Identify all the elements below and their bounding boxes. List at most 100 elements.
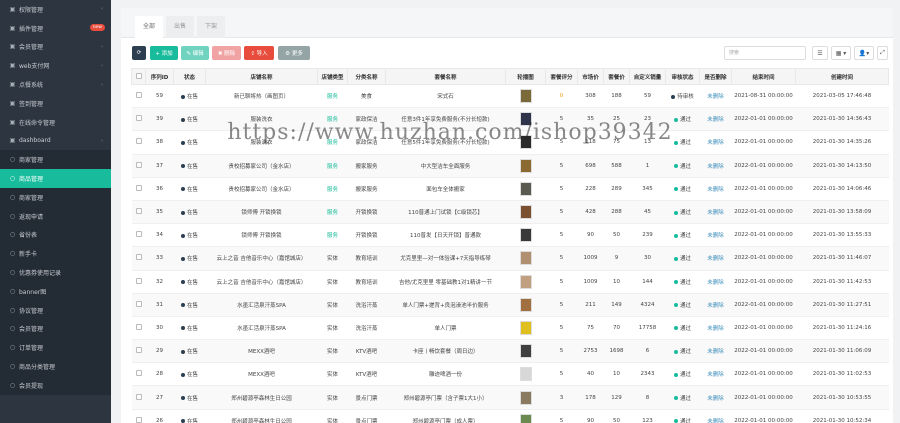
columns-icon[interactable]: 👤▾ <box>854 46 874 60</box>
row-checkbox[interactable] <box>135 370 142 377</box>
sidebar-item[interactable]: ○ 省份表 <box>0 225 111 245</box>
sidebar-item[interactable]: ○ 商家管理 <box>0 150 111 170</box>
carousel-thumbnail[interactable] <box>519 228 532 243</box>
row-checkbox-cell[interactable] <box>131 316 146 341</box>
row-checkbox-cell[interactable] <box>131 84 146 109</box>
row-checkbox[interactable] <box>135 138 142 145</box>
select-all-checkbox[interactable] <box>131 68 146 85</box>
carousel-thumbnail[interactable] <box>519 205 532 220</box>
sidebar-item[interactable]: ▣ 插件管理 new <box>0 19 111 38</box>
add-button[interactable]: + 添加 <box>150 46 178 60</box>
fullscreen-icon[interactable]: ⤢ <box>877 46 888 60</box>
table-row[interactable]: 36 在售 贵校招募家公司（金水店） 服务 搬家服务 面包车全体搬家 5 228 289 345 通… <box>131 177 889 201</box>
row-checkbox[interactable] <box>135 208 142 215</box>
row-checkbox-cell[interactable] <box>131 293 146 317</box>
table-row[interactable]: 32 在售 云上之音 吉他音乐中心（嘉馆城店） 实体 教育培训 吉他/尤克里里 零基础教1… <box>131 270 889 294</box>
sidebar-item[interactable]: ○ banner图 <box>0 281 111 301</box>
carousel-thumbnail[interactable] <box>519 367 532 382</box>
delete-state: 未删除 <box>699 246 732 271</box>
row-checkbox-cell[interactable] <box>131 130 146 155</box>
sidebar-item[interactable]: ○ 商家管理 <box>0 187 111 207</box>
row-checkbox-cell[interactable] <box>131 223 146 248</box>
sidebar-item[interactable]: ○ 优惠券使用记录 <box>0 263 111 282</box>
table-row[interactable]: 34 在售 锁师傅 开锁换锁 服务 开锁换锁 110普发【日天开锁】普通款 5 90 50 239… <box>131 223 889 248</box>
carousel-thumbnail[interactable] <box>519 89 532 104</box>
tab-0[interactable]: 全部 <box>135 16 164 38</box>
list-view-icon[interactable]: ☰ <box>812 46 828 60</box>
sidebar-item[interactable]: ○ 会员管理 <box>0 319 111 339</box>
carousel-thumbnail[interactable] <box>519 251 532 266</box>
sidebar-item[interactable]: ○ 返现申请 <box>0 206 111 226</box>
table-row[interactable]: 33 在售 云上之音 吉他音乐中心（嘉馆城店） 实体 教育培训 尤克里里—对一体验课+7天… <box>131 246 889 271</box>
delete-button[interactable]: ✖ 删除 <box>212 46 241 60</box>
table-row[interactable]: 27 在售 郑州碧源亭森林生日公园 实体 景点门票 郑州碧源亭门票（含子票1大1小） 3 17… <box>131 385 889 410</box>
row-checkbox[interactable] <box>135 323 142 330</box>
carousel-thumbnail[interactable] <box>519 181 532 196</box>
tab-1[interactable]: 出售 <box>166 16 195 38</box>
row-checkbox-cell[interactable] <box>131 270 146 294</box>
sidebar-item[interactable]: ▣ 点餐系统 ‹ <box>0 75 111 94</box>
row-checkbox[interactable] <box>135 277 142 284</box>
sidebar-item[interactable]: ▣ dashboard ‹ <box>0 132 111 151</box>
sidebar-item[interactable]: ○ 订单管理 <box>0 338 111 358</box>
end-time: 2022-01-01 00:00:00 <box>731 223 796 248</box>
carousel-thumbnail[interactable] <box>519 274 532 289</box>
refresh-button[interactable]: ⟳ <box>132 46 146 60</box>
table-row[interactable]: 26 在售 郑州碧源亭森林生日公园 实体 景点门票 郑州碧源亭门票（成人票） 5 90 50 12… <box>131 409 889 423</box>
carousel-thumbnail[interactable] <box>519 320 532 335</box>
row-checkbox-cell[interactable] <box>131 200 146 225</box>
sidebar-item[interactable]: ▣ web支付网 ‹ <box>0 56 111 75</box>
row-checkbox-cell[interactable] <box>131 177 146 201</box>
carousel-thumbnail[interactable] <box>519 297 532 312</box>
import-button[interactable]: ⇪ 导入 <box>244 46 274 60</box>
row-checkbox-cell[interactable] <box>131 362 146 387</box>
row-checkbox[interactable] <box>135 300 142 307</box>
row-checkbox[interactable] <box>135 231 142 238</box>
row-checkbox[interactable] <box>135 416 142 423</box>
sidebar-item[interactable]: ▣ 会员管理 ‹ <box>0 38 111 57</box>
sidebar-item[interactable]: ○ 协议管理 <box>0 300 111 320</box>
table-row[interactable]: 38 在售 服装洗衣 服务 家政保洁 任意5件1年享免费服务(不分长短款) 5 118 75 13… <box>131 130 889 155</box>
row-checkbox[interactable] <box>135 161 142 168</box>
row-checkbox-cell[interactable] <box>131 385 146 410</box>
edit-button[interactable]: ✎ 编辑 <box>181 46 209 60</box>
checkbox[interactable] <box>135 72 142 79</box>
table-row[interactable]: 30 在售 水墨汇活泉汗蒸SPA 实体 洗浴汗蒸 单人门票 5 75 70 17758 通过 未删除 2… <box>131 316 889 341</box>
table-row[interactable]: 59 在售 新已聊将热（画图页） 服务 美食 宋式石 0 308 188 59 待审核 未删除 2021… <box>131 84 889 109</box>
row-checkbox-cell[interactable] <box>131 339 146 364</box>
row-checkbox[interactable] <box>135 347 142 354</box>
sidebar-item[interactable]: ○ 商品分类管理 <box>0 357 111 376</box>
sidebar-item[interactable]: ○ 会员提现 <box>0 375 111 395</box>
row-checkbox[interactable] <box>135 393 142 400</box>
carousel-thumbnail[interactable] <box>519 112 532 127</box>
row-checkbox-cell[interactable] <box>131 107 146 132</box>
carousel-thumbnail[interactable] <box>519 344 532 359</box>
row-checkbox-cell[interactable] <box>131 246 146 271</box>
tab-2[interactable]: 下架 <box>197 16 226 38</box>
row-checkbox[interactable] <box>135 115 142 122</box>
status-label: 在售 <box>186 325 198 332</box>
carousel-thumbnail[interactable] <box>519 158 532 173</box>
grid-view-icon[interactable]: ▦ ▾ <box>831 46 851 60</box>
table-row[interactable]: 29 在售 MEXX酒吧 实体 KTV酒吧 卡座丨畅饮套餐（周日边） 5 2753 1698 6 通… <box>131 339 889 364</box>
row-checkbox[interactable] <box>135 184 142 191</box>
carousel-thumbnail[interactable] <box>519 135 532 150</box>
row-checkbox-cell[interactable] <box>131 409 146 423</box>
sidebar-item[interactable]: ▣ 签到管理 <box>0 94 111 113</box>
sidebar-item[interactable]: ○ 新手卡 <box>0 244 111 264</box>
table-row[interactable]: 39 在售 服装洗衣 服务 家政保洁 任意3件1年享免费服务(不分长短款) 5 35 25 23 通… <box>131 107 889 132</box>
row-checkbox[interactable] <box>135 254 142 261</box>
row-checkbox[interactable] <box>135 92 142 99</box>
table-row[interactable]: 35 在售 锁师傅 开锁换锁 服务 开锁换锁 110普通上门试锁【C级锁芯】 5 428 288… <box>131 200 889 225</box>
sidebar-item[interactable]: ▣ 在线命令管理 <box>0 113 111 132</box>
table-row[interactable]: 37 在售 贵校招募家公司（金水店） 服务 搬家服务 中大型洁车全面服务 5 698 588 1 通… <box>131 154 889 178</box>
table-row[interactable]: 31 在售 水墨汇活泉汗蒸SPA 实体 洗浴汗蒸 单人门票+搓背+良泡澡池半价服务 5 211… <box>131 293 889 317</box>
more-button[interactable]: ⚙ 更多 <box>278 46 310 60</box>
sidebar-item[interactable]: ○ 商品管理 <box>0 169 111 188</box>
carousel-thumbnail[interactable] <box>519 390 532 405</box>
carousel-thumbnail[interactable] <box>519 413 532 423</box>
sidebar-item[interactable]: ▣ 权限管理 ‹ <box>0 0 111 19</box>
table-row[interactable]: 28 在售 MEXX酒吧 实体 KTV酒吧 雕迹啤酒一份 5 40 10 2343 通过 未删除 202… <box>131 362 889 387</box>
row-checkbox-cell[interactable] <box>131 154 146 178</box>
search-input[interactable]: 搜索 <box>724 46 806 60</box>
